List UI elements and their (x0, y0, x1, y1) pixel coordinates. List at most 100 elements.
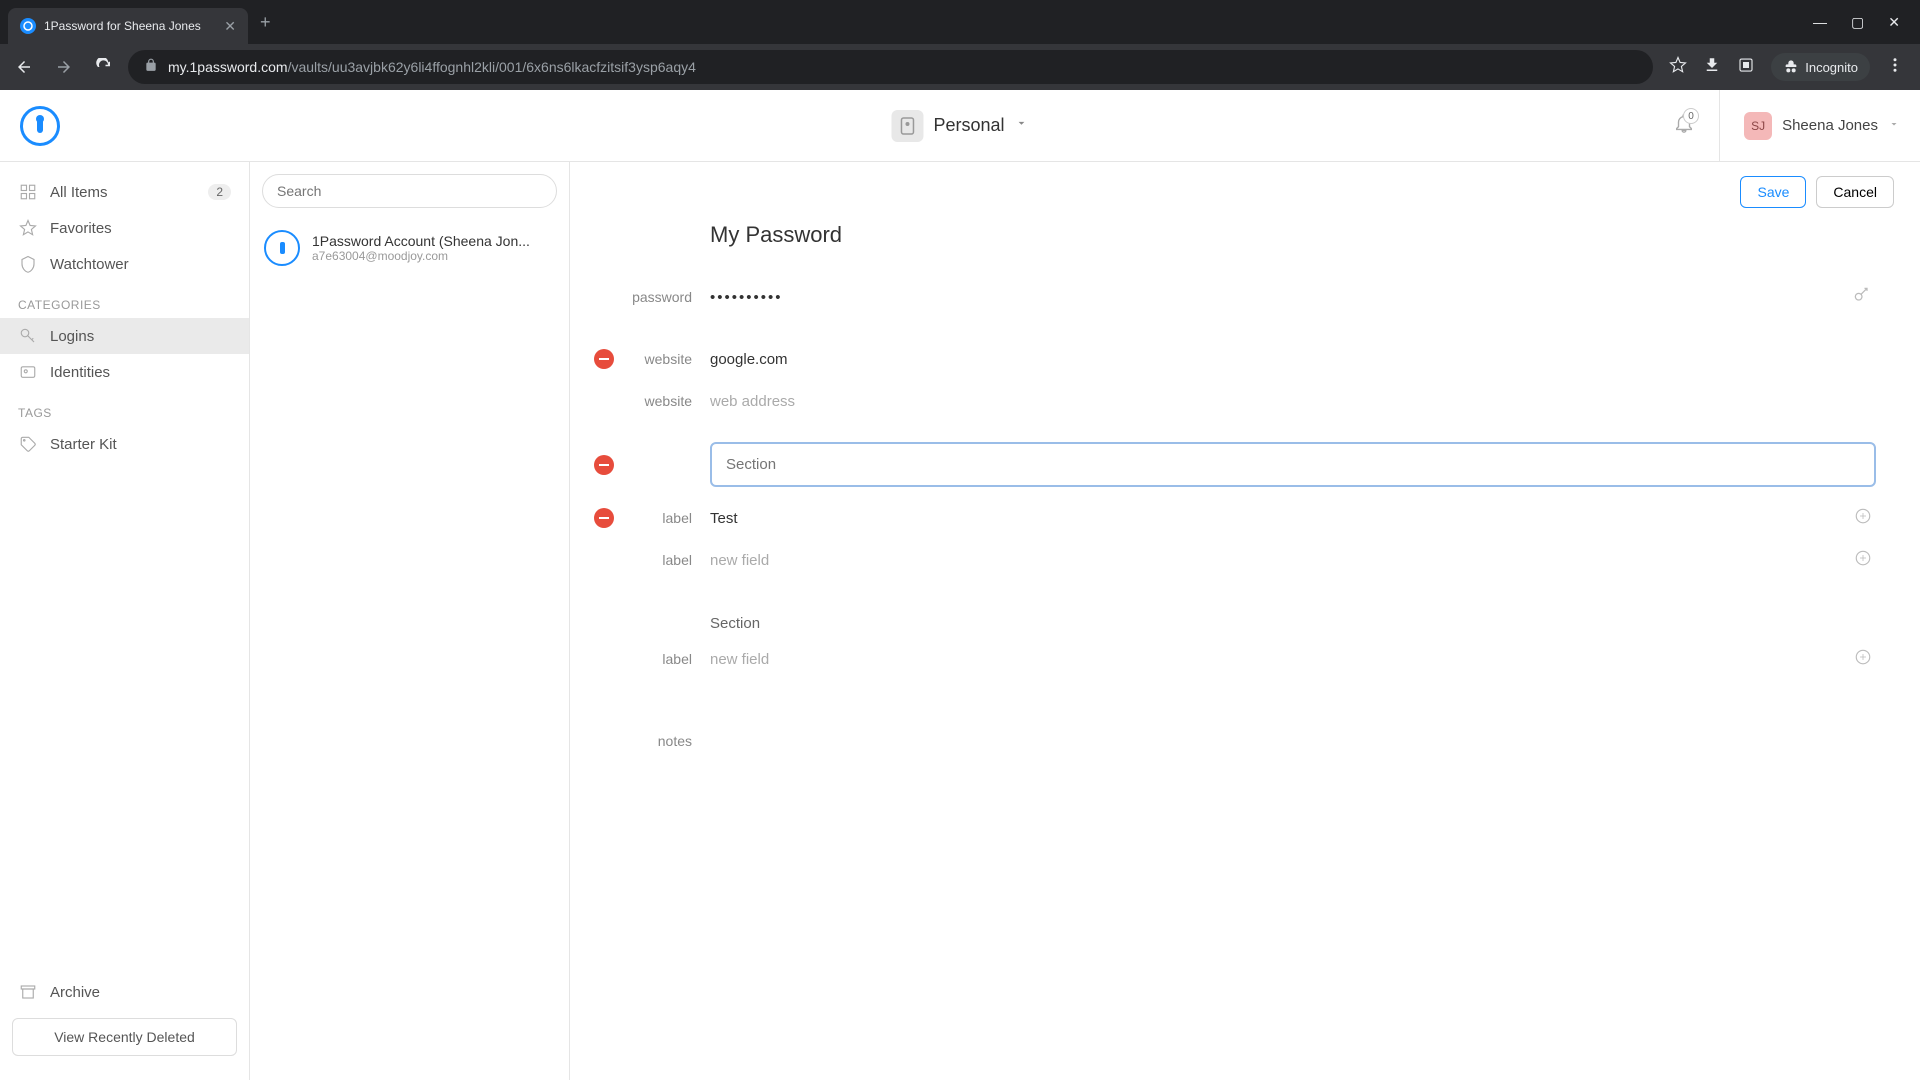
app-logo-icon[interactable] (20, 106, 60, 146)
list-item[interactable]: 1Password Account (Sheena Jon... a7e6300… (250, 220, 569, 276)
field-label: website (614, 393, 710, 409)
sidebar-item-label: Archive (50, 984, 100, 1001)
field-row-website-new[interactable]: website web address (614, 380, 1876, 422)
sidebar-item-label: Watchtower (50, 256, 129, 273)
item-title[interactable]: My Password (710, 222, 1876, 248)
menu-icon[interactable] (1886, 56, 1904, 79)
sidebar-count: 2 (208, 184, 231, 200)
back-button[interactable] (8, 51, 40, 83)
entry-title: 1Password Account (Sheena Jon... (312, 233, 530, 249)
field-type-icon[interactable] (1850, 545, 1876, 576)
sidebar-item-starter-kit[interactable]: Starter Kit (0, 426, 249, 462)
sidebar-item-watchtower[interactable]: Watchtower (0, 246, 249, 282)
field-label: password (614, 289, 710, 305)
tab-close-icon[interactable]: ✕ (224, 18, 236, 35)
grid-icon (18, 182, 38, 202)
notifications-button[interactable]: 0 (1673, 112, 1695, 139)
search-input[interactable] (262, 174, 557, 208)
url-bar[interactable]: my.1password.com/vaults/uu3avjbk62y6li4f… (128, 50, 1653, 84)
field-row-label-new[interactable]: label new field (614, 539, 1876, 581)
section-name-input[interactable] (710, 442, 1876, 487)
sidebar: All Items 2 Favorites Watchtower CATEGOR… (0, 162, 250, 1080)
identity-icon (18, 362, 38, 382)
field-type-icon[interactable] (1850, 503, 1876, 534)
browser-tab[interactable]: 1Password for Sheena Jones ✕ (8, 8, 248, 44)
generate-password-icon[interactable] (1848, 281, 1876, 314)
main-layout: All Items 2 Favorites Watchtower CATEGOR… (0, 162, 1920, 1080)
archive-icon (18, 982, 38, 1002)
sidebar-item-label: Identities (50, 364, 110, 381)
app-header: Personal 0 SJ Sheena Jones (0, 90, 1920, 162)
bookmark-icon[interactable] (1669, 56, 1687, 79)
download-icon[interactable] (1703, 56, 1721, 79)
chevron-down-icon (1015, 116, 1029, 135)
user-name: Sheena Jones (1782, 117, 1878, 134)
field-row-notes[interactable]: notes (614, 720, 1876, 762)
delete-section-button[interactable] (594, 455, 614, 475)
field-placeholder[interactable]: new field (710, 645, 1850, 674)
cancel-button[interactable]: Cancel (1816, 176, 1894, 208)
notification-count: 0 (1683, 108, 1699, 124)
save-button[interactable]: Save (1740, 176, 1806, 208)
field-row-label-test[interactable]: label Test (614, 497, 1876, 539)
sidebar-item-logins[interactable]: Logins (0, 318, 249, 354)
vault-selector[interactable]: Personal (891, 110, 1028, 142)
field-row-label-new2[interactable]: label new field (614, 638, 1876, 680)
section-label[interactable]: Section (710, 601, 1876, 638)
delete-field-button[interactable] (594, 508, 614, 528)
field-value-website[interactable]: google.com (710, 345, 1876, 374)
key-icon (18, 326, 38, 346)
field-type-icon[interactable] (1850, 644, 1876, 675)
item-list: 1Password Account (Sheena Jon... a7e6300… (250, 162, 570, 1080)
url-bar-row: my.1password.com/vaults/uu3avjbk62y6li4f… (0, 44, 1920, 90)
url-actions: Incognito (1661, 53, 1912, 81)
sidebar-item-label: Favorites (50, 220, 112, 237)
vault-name: Personal (933, 115, 1004, 136)
url-text: my.1password.com/vaults/uu3avjbk62y6li4f… (168, 59, 696, 75)
field-value-password[interactable]: •••••••••• (710, 283, 1848, 312)
minimize-icon[interactable]: — (1813, 14, 1827, 31)
new-tab-button[interactable]: + (260, 12, 271, 33)
user-menu[interactable]: SJ Sheena Jones (1719, 90, 1900, 162)
field-placeholder[interactable]: new field (710, 546, 1850, 575)
chevron-down-icon (1888, 117, 1900, 135)
sidebar-item-label: Logins (50, 328, 94, 345)
entry-subtitle: a7e63004@moodjoy.com (312, 249, 530, 263)
sidebar-item-archive[interactable]: Archive (12, 974, 237, 1010)
watchtower-icon (18, 254, 38, 274)
field-label: website (614, 351, 710, 367)
field-label: notes (614, 733, 710, 749)
delete-field-button[interactable] (594, 349, 614, 369)
incognito-badge[interactable]: Incognito (1771, 53, 1870, 81)
sidebar-item-favorites[interactable]: Favorites (0, 210, 249, 246)
recently-deleted-button[interactable]: View Recently Deleted (12, 1018, 237, 1056)
field-value-test[interactable]: Test (710, 504, 1850, 533)
field-row-section-input (614, 442, 1876, 487)
tab-title: 1Password for Sheena Jones (44, 19, 216, 33)
field-row-website[interactable]: website google.com (614, 338, 1876, 380)
incognito-label: Incognito (1805, 60, 1858, 75)
field-placeholder[interactable]: web address (710, 387, 1876, 416)
sidebar-item-label: All Items (50, 184, 108, 201)
sidebar-item-all-items[interactable]: All Items 2 (0, 174, 249, 210)
entry-icon (264, 230, 300, 266)
field-label: label (614, 510, 710, 526)
field-label: label (614, 651, 710, 667)
star-icon (18, 218, 38, 238)
maximize-icon[interactable]: ▢ (1851, 14, 1864, 31)
forward-button[interactable] (48, 51, 80, 83)
tab-favicon-icon (20, 18, 36, 34)
tag-icon (18, 434, 38, 454)
field-label: label (614, 552, 710, 568)
sidebar-item-identities[interactable]: Identities (0, 354, 249, 390)
field-value-notes[interactable] (710, 735, 1876, 747)
close-window-icon[interactable]: ✕ (1888, 14, 1900, 31)
tab-bar: 1Password for Sheena Jones ✕ + — ▢ ✕ (0, 0, 1920, 44)
reload-button[interactable] (88, 51, 120, 83)
window-controls: — ▢ ✕ (1813, 14, 1912, 31)
extension-icon[interactable] (1737, 56, 1755, 79)
lock-icon (144, 58, 158, 77)
sidebar-section-tags: TAGS (0, 390, 249, 426)
field-row-password[interactable]: password •••••••••• (614, 276, 1876, 318)
user-avatar: SJ (1744, 112, 1772, 140)
